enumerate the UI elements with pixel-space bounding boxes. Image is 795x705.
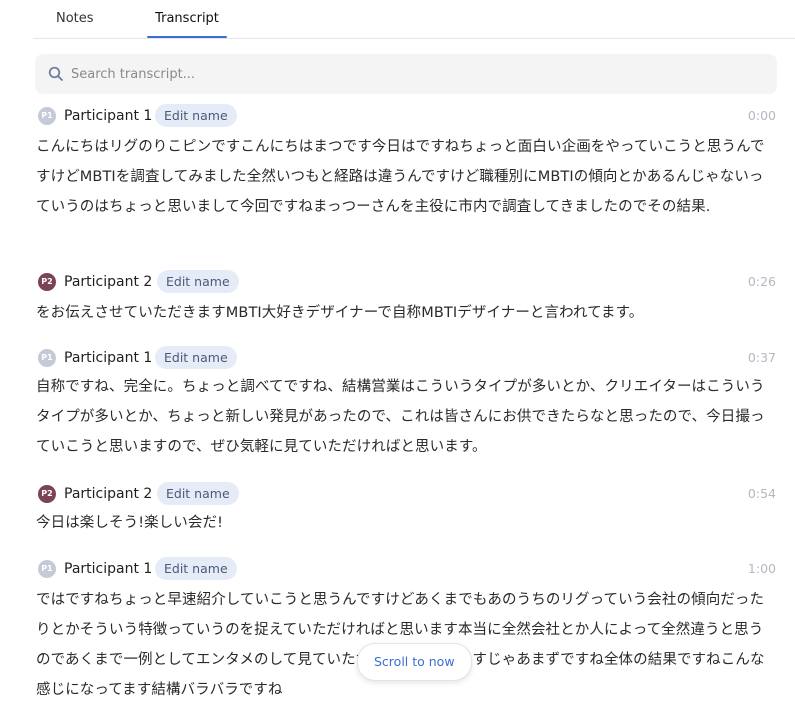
timestamp[interactable]: 0:00	[748, 108, 776, 123]
avatar: P1	[38, 560, 56, 578]
timestamp[interactable]: 0:37	[748, 350, 776, 365]
speaker-name: Participant 2	[64, 274, 153, 290]
edit-name-button[interactable]: Edit name	[157, 270, 239, 293]
speaker-name: Participant 1	[64, 108, 153, 124]
avatar: P1	[38, 107, 56, 125]
timestamp[interactable]: 0:54	[748, 486, 776, 501]
segment-text: 自称ですね、完全に。ちょっと調べてですね、結構営業はこういうタイプが多いとか、ク…	[36, 379, 765, 455]
edit-name-button[interactable]: Edit name	[157, 482, 239, 505]
avatar: P2	[38, 485, 56, 503]
transcript-segment: P1 Participant 1 Edit name 0:00 こんにちはリグの…	[36, 104, 776, 222]
speaker-name: Participant 1	[64, 561, 153, 577]
segment-text: 今日は楽しそう!楽しい会だ!	[36, 515, 224, 531]
edit-name-button[interactable]: Edit name	[155, 557, 237, 580]
speaker-name: Participant 1	[64, 350, 153, 366]
transcript-segment: P1 Participant 1 Edit name 1:00 ではですねちょっ…	[36, 557, 776, 705]
transcript-segment: P2 Participant 2 Edit name 0:26 をお伝えさせてい…	[36, 270, 776, 328]
tab-notes[interactable]: Notes	[56, 0, 94, 37]
timestamp[interactable]: 1:00	[748, 561, 776, 576]
scroll-to-now-button[interactable]: Scroll to now	[357, 643, 472, 681]
timestamp[interactable]: 0:26	[748, 274, 776, 289]
search-bar	[35, 54, 777, 94]
edit-name-button[interactable]: Edit name	[155, 346, 237, 369]
transcript-segment: P2 Participant 2 Edit name 0:54 今日は楽しそう!…	[36, 482, 776, 538]
tab-bar: Notes Transcript	[33, 0, 795, 39]
search-icon	[48, 66, 64, 82]
transcript-segment: P1 Participant 1 Edit name 0:37 自称ですね、完全…	[36, 346, 776, 462]
segment-text: をお伝えさせていただきますMBTI大好きデザイナーで自称MBTIデザイナーと言わ…	[36, 305, 644, 321]
segment-text: こんにちはリグのりこピンですこんにちはまつです今日はですねちょっと面白い企画をや…	[36, 139, 765, 215]
edit-name-button[interactable]: Edit name	[155, 104, 237, 127]
avatar: P1	[38, 349, 56, 367]
search-input[interactable]	[71, 54, 761, 94]
speaker-name: Participant 2	[64, 486, 153, 502]
tab-transcript[interactable]: Transcript	[147, 0, 227, 38]
avatar: P2	[38, 273, 56, 291]
